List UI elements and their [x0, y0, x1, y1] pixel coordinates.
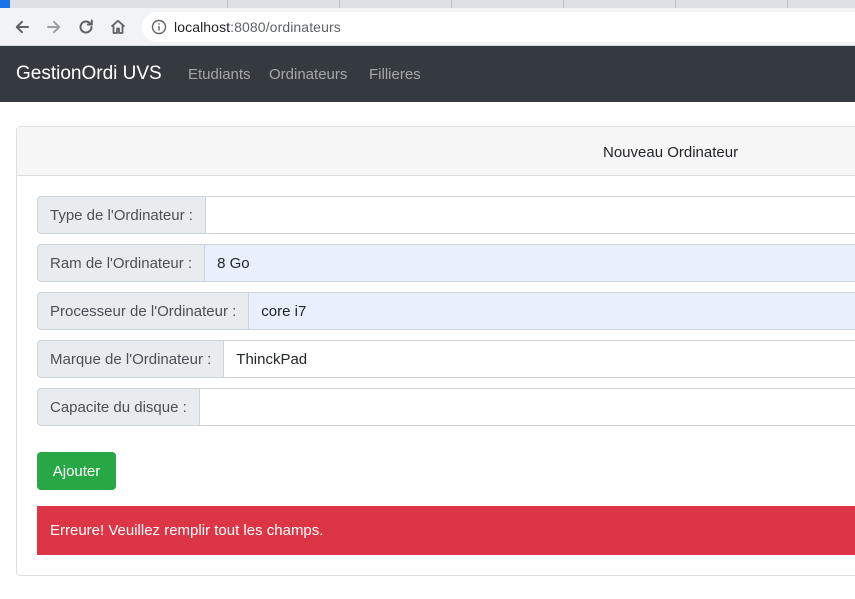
disk-capacity-label: Capacite du disque :: [37, 388, 200, 426]
brand-input-group: Marque de l'Ordinateur :: [37, 340, 855, 378]
nav-link-ordinateurs[interactable]: Ordinateurs: [269, 66, 347, 83]
add-button[interactable]: Ajouter: [37, 452, 116, 490]
tab-separator: [564, 0, 676, 8]
brand-input[interactable]: [224, 340, 855, 378]
card-header: Nouveau Ordinateur: [17, 127, 855, 176]
brand-link[interactable]: GestionOrdi UVS: [16, 63, 162, 85]
processor-input-group: Processeur de l'Ordinateur :: [37, 292, 855, 330]
tab-separator: [228, 0, 340, 8]
ram-input-group: Ram de l'Ordinateur :: [37, 244, 855, 282]
tab-separator: [452, 0, 564, 8]
back-icon[interactable]: [10, 15, 34, 39]
ram-label: Ram de l'Ordinateur :: [37, 244, 206, 282]
new-computer-card: Nouveau Ordinateur Type de l'Ordinateur …: [16, 126, 855, 576]
url-text: localhost:8080/ordinateurs: [174, 19, 341, 35]
type-input[interactable]: [205, 196, 855, 234]
forward-icon[interactable]: [42, 15, 66, 39]
ram-input[interactable]: [205, 244, 855, 282]
error-alert: Erreure! Veuillez remplir tout les champ…: [37, 506, 855, 555]
tab-separator: [676, 0, 788, 8]
url-path: :8080/ordinateurs: [230, 19, 341, 35]
address-bar[interactable]: localhost:8080/ordinateurs: [142, 12, 855, 42]
card-title: Nouveau Ordinateur: [603, 144, 739, 161]
browser-tab-strip: [0, 0, 855, 8]
type-label: Type de l'Ordinateur :: [37, 196, 206, 234]
tab-separator: [340, 0, 452, 8]
browser-toolbar: localhost:8080/ordinateurs: [0, 8, 855, 46]
error-alert-message: Erreure! Veuillez remplir tout les champ…: [50, 522, 324, 539]
disk-capacity-input[interactable]: [199, 388, 855, 426]
tab-separator: [0, 0, 228, 8]
info-icon[interactable]: [151, 19, 167, 35]
reload-icon[interactable]: [74, 15, 98, 39]
app-navbar: GestionOrdi UVS Etudiants Ordinateurs Fi…: [0, 46, 855, 102]
type-input-group: Type de l'Ordinateur :: [37, 196, 855, 234]
nav-link-etudiants[interactable]: Etudiants: [188, 66, 251, 83]
processor-label: Processeur de l'Ordinateur :: [37, 292, 250, 330]
nav-link-fillieres[interactable]: Fillieres: [369, 66, 421, 83]
home-icon[interactable]: [106, 15, 130, 39]
url-host: localhost: [174, 19, 231, 35]
brand-label: Marque de l'Ordinateur :: [37, 340, 225, 378]
disk-capacity-input-group: Capacite du disque :: [37, 388, 855, 426]
processor-input[interactable]: [249, 292, 855, 330]
